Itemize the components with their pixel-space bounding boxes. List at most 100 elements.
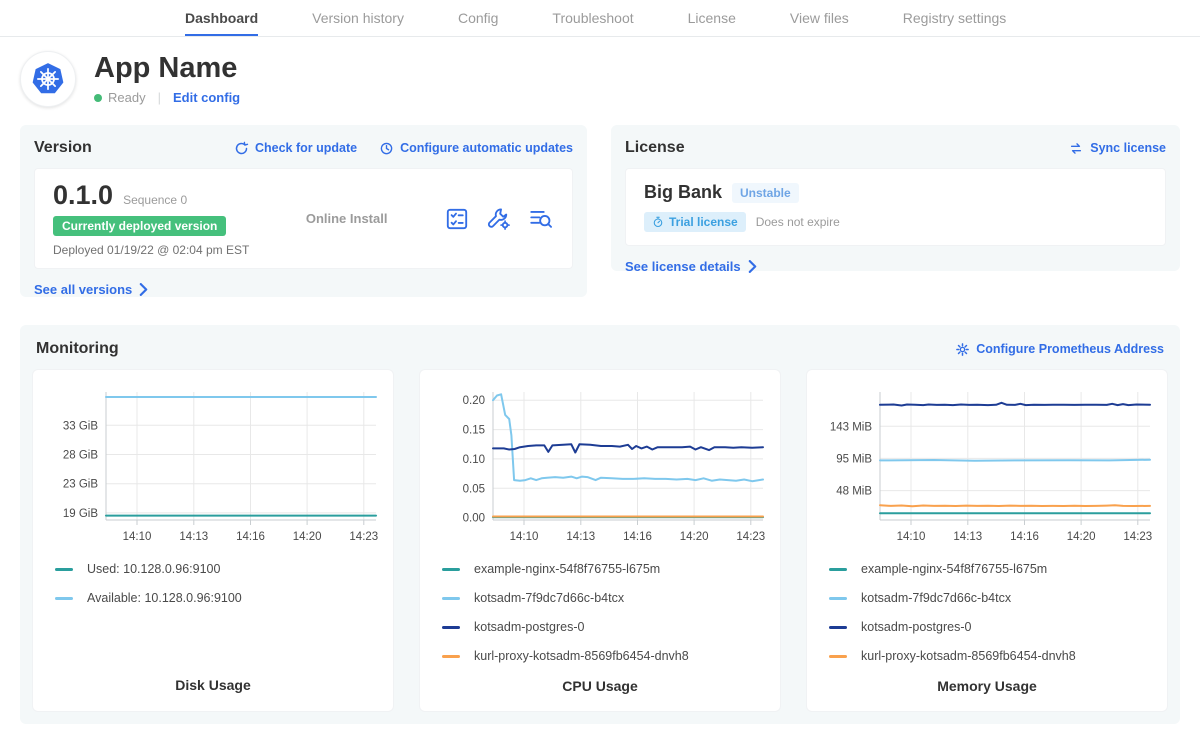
legend-dash-icon [55,568,73,571]
legend-label: kotsadm-7f9dc7d66c-b4tcx [861,591,1011,605]
legend-label: kotsadm-postgres-0 [474,620,584,634]
chart-legend: example-nginx-54f8f76755-l675m kotsadm-7f… [815,550,1159,678]
legend-item: kotsadm-7f9dc7d66c-b4tcx [829,591,1159,605]
tab-registry-settings[interactable]: Registry settings [903,0,1006,36]
memory-usage-card: 48 MiB95 MiB143 MiB14:1014:1314:1614:201… [806,369,1168,712]
version-number: 0.1.0 [53,180,113,211]
see-all-versions-link[interactable]: See all versions [34,282,148,297]
license-card-title: License [625,139,685,157]
page-title: App Name [94,53,240,85]
view-logs-icon[interactable] [528,206,554,232]
stopwatch-icon [652,216,664,228]
tab-license[interactable]: License [688,0,736,36]
legend-label: kotsadm-postgres-0 [861,620,971,634]
svg-text:23 GiB: 23 GiB [63,479,98,491]
svg-text:0.15: 0.15 [463,425,485,437]
legend-dash-icon [442,626,460,629]
legend-label: Used: 10.128.0.96:9100 [87,562,220,576]
tab-dashboard[interactable]: Dashboard [185,0,258,36]
chart-legend: example-nginx-54f8f76755-l675m kotsadm-7f… [428,550,772,678]
legend-item: kurl-proxy-kotsadm-8569fb6454-dnvh8 [829,649,1159,663]
cpu-usage-card: 0.000.050.100.150.2014:1014:1314:1614:20… [419,369,781,712]
svg-text:143 MiB: 143 MiB [830,421,873,433]
legend-dash-icon [829,626,847,629]
expiry-label: Does not expire [756,215,840,229]
chart-legend: Used: 10.128.0.96:9100 Available: 10.128.… [41,550,385,677]
preflight-checklist-icon[interactable] [444,206,470,232]
license-type-badge: Trial license [644,212,746,232]
tab-view-files[interactable]: View files [790,0,849,36]
svg-text:14:13: 14:13 [566,531,595,543]
svg-text:19 GiB: 19 GiB [63,508,98,520]
customer-name: Big Bank [644,182,722,203]
sequence-label: Sequence 0 [123,193,187,207]
config-wrench-icon[interactable] [486,206,512,232]
svg-text:28 GiB: 28 GiB [63,450,98,462]
see-license-details-link[interactable]: See license details [625,259,757,274]
legend-dash-icon [829,597,847,600]
version-card: Version Check for update Configure autom… [20,125,587,297]
monitoring-panel: Monitoring Configure Prometheus Address … [20,325,1180,724]
svg-text:14:13: 14:13 [953,531,982,543]
svg-text:14:23: 14:23 [1123,531,1152,543]
legend-item: kurl-proxy-kotsadm-8569fb6454-dnvh8 [442,649,772,663]
svg-text:14:16: 14:16 [236,531,265,543]
svg-text:48 MiB: 48 MiB [836,486,872,498]
chart-title: Memory Usage [815,678,1159,698]
legend-item: Available: 10.128.0.96:9100 [55,591,385,605]
kubernetes-icon [29,60,67,98]
legend-label: example-nginx-54f8f76755-l675m [474,562,660,576]
legend-label: example-nginx-54f8f76755-l675m [861,562,1047,576]
svg-text:95 MiB: 95 MiB [836,453,872,465]
license-card: License Sync license Big Bank Unstable [611,125,1180,271]
legend-dash-icon [55,597,73,600]
top-nav: Dashboard Version history Config Troublesho… [0,0,1200,37]
legend-item: Used: 10.128.0.96:9100 [55,562,385,576]
legend-label: kurl-proxy-kotsadm-8569fb6454-dnvh8 [861,649,1076,663]
svg-text:14:10: 14:10 [510,531,539,543]
chevron-right-icon [748,260,757,273]
memory-usage-chart: 48 MiB95 MiB143 MiB14:1014:1314:1614:201… [818,382,1156,550]
svg-text:14:20: 14:20 [1067,531,1096,543]
svg-text:0.00: 0.00 [463,513,485,525]
tab-version-history[interactable]: Version history [312,0,404,36]
svg-text:0.10: 0.10 [463,454,485,466]
svg-text:14:16: 14:16 [1010,531,1039,543]
svg-text:33 GiB: 33 GiB [63,420,98,432]
sync-arrows-icon [1068,141,1084,156]
channel-badge: Unstable [732,183,799,203]
edit-config-link[interactable]: Edit config [173,90,240,105]
refresh-icon [234,141,249,156]
check-for-update-button[interactable]: Check for update [234,141,357,156]
legend-label: kurl-proxy-kotsadm-8569fb6454-dnvh8 [474,649,689,663]
legend-item: example-nginx-54f8f76755-l675m [442,562,772,576]
cpu-usage-chart: 0.000.050.100.150.2014:1014:1314:1614:20… [431,382,769,550]
monitoring-title: Monitoring [36,340,119,358]
svg-text:14:23: 14:23 [349,531,378,543]
svg-text:14:23: 14:23 [736,531,765,543]
status-dot [94,94,102,102]
configure-prometheus-button[interactable]: Configure Prometheus Address [955,342,1164,357]
legend-label: Available: 10.128.0.96:9100 [87,591,242,605]
deployed-badge: Currently deployed version [53,216,226,236]
divider: | [158,90,161,105]
svg-text:0.05: 0.05 [463,483,485,495]
legend-label: kotsadm-7f9dc7d66c-b4tcx [474,591,624,605]
current-version-panel: 0.1.0 Sequence 0 Currently deployed vers… [34,168,573,269]
install-type-label: Online Install [249,211,444,226]
app-logo [20,51,76,107]
deployed-timestamp: Deployed 01/19/22 @ 02:04 pm EST [53,243,249,257]
legend-dash-icon [829,655,847,658]
app-header: App Name Ready | Edit config [0,37,1200,107]
chevron-right-icon [139,283,148,296]
configure-auto-updates-button[interactable]: Configure automatic updates [379,141,573,156]
tab-config[interactable]: Config [458,0,498,36]
sync-license-button[interactable]: Sync license [1068,141,1166,156]
chart-title: CPU Usage [428,678,772,698]
tab-troubleshoot[interactable]: Troubleshoot [552,0,633,36]
chart-title: Disk Usage [41,677,385,697]
legend-dash-icon [442,655,460,658]
status-badge: Ready [108,90,146,105]
legend-dash-icon [829,568,847,571]
license-summary-panel: Big Bank Unstable Trial license Does not… [625,168,1166,246]
